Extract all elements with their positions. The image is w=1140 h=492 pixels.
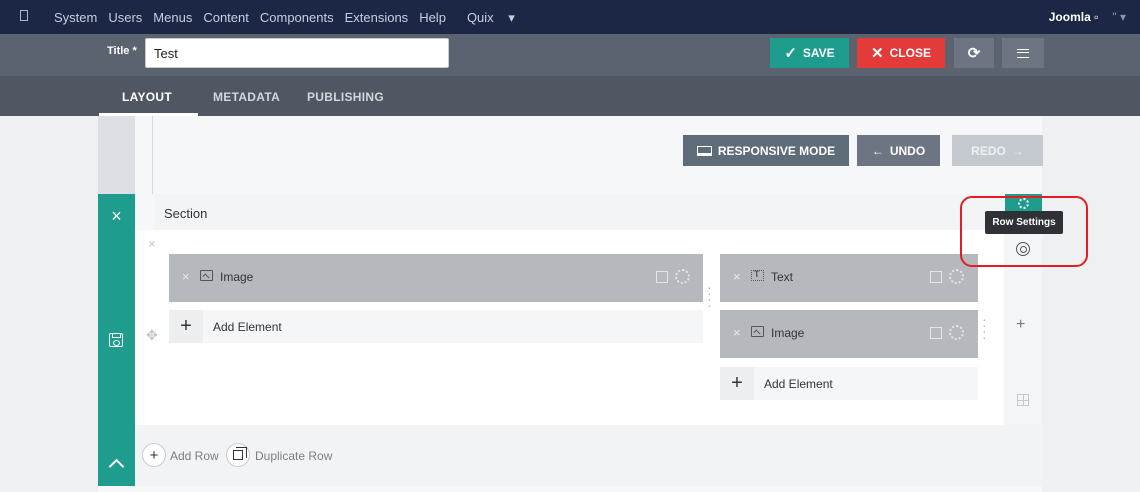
external-link-icon: ▫ bbox=[1094, 10, 1099, 24]
close-button[interactable]: ✕ CLOSE bbox=[857, 38, 945, 68]
tab-bar: LAYOUT METADATA PUBLISHING bbox=[0, 76, 1140, 116]
arrow-right-icon: → bbox=[1011, 143, 1024, 158]
title-label: Title * bbox=[107, 45, 137, 57]
menu-users[interactable]: Users bbox=[108, 10, 142, 26]
joomla-home-icon[interactable] bbox=[20, 10, 28, 21]
column-resize-handle[interactable]: · · · · bbox=[982, 312, 987, 344]
redo-button[interactable]: REDO → bbox=[952, 135, 1043, 166]
refresh-icon: ⟳ bbox=[967, 45, 981, 62]
add-row-label[interactable]: Add Row bbox=[170, 449, 219, 463]
add-element-button[interactable]: + Add Element bbox=[169, 310, 703, 343]
close-icon: ✕ bbox=[871, 45, 884, 62]
section-sidebar: × bbox=[98, 194, 135, 486]
tab-layout[interactable]: LAYOUT bbox=[122, 90, 172, 104]
arrow-left-icon: ← bbox=[871, 143, 884, 158]
menu-help[interactable]: Help bbox=[419, 10, 446, 26]
add-element-label: Add Element bbox=[213, 319, 282, 334]
text-icon bbox=[751, 269, 764, 281]
plus-icon: + bbox=[169, 310, 203, 343]
hamburger-icon bbox=[1017, 48, 1029, 58]
duplicate-icon[interactable] bbox=[656, 271, 668, 283]
undo-button[interactable]: ← UNDO bbox=[857, 135, 940, 166]
duplicate-row-label[interactable]: Duplicate Row bbox=[255, 449, 332, 463]
options-menu-button[interactable] bbox=[1002, 38, 1044, 68]
add-row-button[interactable]: + bbox=[142, 443, 166, 467]
menu-menus[interactable]: Menus bbox=[153, 10, 192, 26]
element-label: Image bbox=[220, 270, 254, 284]
menu-system[interactable]: System bbox=[54, 10, 97, 26]
refresh-button[interactable]: ⟳ bbox=[954, 38, 994, 68]
column-resize-handle[interactable]: · · · · bbox=[707, 280, 712, 312]
user-menu[interactable]: " ▾ bbox=[1112, 10, 1126, 24]
menu-content[interactable]: Content bbox=[203, 10, 249, 26]
gear-icon[interactable] bbox=[949, 325, 964, 340]
remove-element-icon[interactable]: × bbox=[182, 269, 190, 284]
tab-metadata[interactable]: METADATA bbox=[213, 90, 280, 104]
admin-topbar: System Users Menus Content Components Ex… bbox=[0, 0, 1140, 34]
admin-menu: System Users Menus Content Components Ex… bbox=[54, 10, 537, 26]
duplicate-icon[interactable] bbox=[930, 271, 942, 283]
image-icon bbox=[751, 326, 764, 337]
duplicate-icon[interactable] bbox=[930, 327, 942, 339]
chevron-down-icon: ▾ bbox=[508, 10, 515, 25]
tab-publishing[interactable]: PUBLISHING bbox=[307, 90, 384, 104]
image-icon bbox=[200, 270, 213, 281]
title-input[interactable] bbox=[145, 38, 449, 68]
remove-element-icon[interactable]: × bbox=[733, 269, 741, 284]
add-element-label: Add Element bbox=[764, 376, 833, 391]
canvas-divider bbox=[152, 116, 153, 194]
site-link-label: Joomla bbox=[1048, 10, 1091, 24]
duplicate-row-button[interactable] bbox=[226, 443, 250, 467]
close-label: CLOSE bbox=[889, 46, 931, 60]
save-section-icon[interactable] bbox=[109, 333, 123, 347]
element-image[interactable]: × Image bbox=[720, 310, 978, 358]
add-column-icon[interactable]: + bbox=[1016, 316, 1025, 334]
remove-element-icon[interactable]: × bbox=[733, 325, 741, 340]
responsive-mode-label: RESPONSIVE MODE bbox=[717, 143, 836, 158]
chevron-down-icon: ▾ bbox=[1119, 10, 1126, 24]
duplicate-icon bbox=[233, 447, 247, 460]
collapse-section-icon[interactable] bbox=[108, 458, 125, 475]
canvas-gutter bbox=[98, 116, 135, 194]
add-element-button[interactable]: + Add Element bbox=[720, 367, 978, 400]
plus-icon: + bbox=[149, 446, 159, 464]
undo-label: UNDO bbox=[889, 143, 926, 158]
element-text[interactable]: × Text bbox=[720, 254, 978, 302]
element-label: Image bbox=[771, 326, 805, 340]
element-label: Text bbox=[771, 270, 794, 284]
plus-icon: + bbox=[720, 367, 754, 400]
section-header bbox=[154, 194, 1004, 230]
redo-label: REDO bbox=[971, 143, 1006, 158]
devices-icon bbox=[696, 145, 712, 156]
column-layout-icon[interactable] bbox=[1017, 394, 1029, 406]
section-title: Section bbox=[164, 206, 208, 221]
remove-section-icon[interactable]: × bbox=[98, 206, 135, 227]
editor-header: Title * ✓ SAVE ✕ CLOSE ⟳ bbox=[0, 34, 1140, 76]
gear-icon[interactable] bbox=[675, 269, 690, 284]
menu-quix-label: Quix bbox=[466, 10, 494, 25]
element-image[interactable]: × Image bbox=[169, 254, 703, 302]
responsive-mode-button[interactable]: RESPONSIVE MODE bbox=[683, 135, 849, 166]
menu-extensions[interactable]: Extensions bbox=[345, 10, 409, 26]
save-label: SAVE bbox=[802, 46, 835, 60]
topbar-right: Joomla ▫ " ▾ bbox=[1049, 10, 1126, 24]
user-menu-label: " bbox=[1112, 10, 1117, 24]
highlight-annotation bbox=[960, 196, 1088, 267]
menu-quix[interactable]: Quix ▾ bbox=[467, 10, 526, 26]
remove-row-icon[interactable]: × bbox=[148, 236, 156, 251]
save-button[interactable]: ✓ SAVE bbox=[770, 38, 849, 68]
site-link[interactable]: Joomla ▫ bbox=[1049, 10, 1099, 24]
menu-components[interactable]: Components bbox=[260, 10, 334, 26]
check-icon: ✓ bbox=[784, 45, 797, 62]
drag-move-icon[interactable]: ✥ bbox=[146, 327, 158, 344]
gear-icon[interactable] bbox=[949, 269, 964, 284]
